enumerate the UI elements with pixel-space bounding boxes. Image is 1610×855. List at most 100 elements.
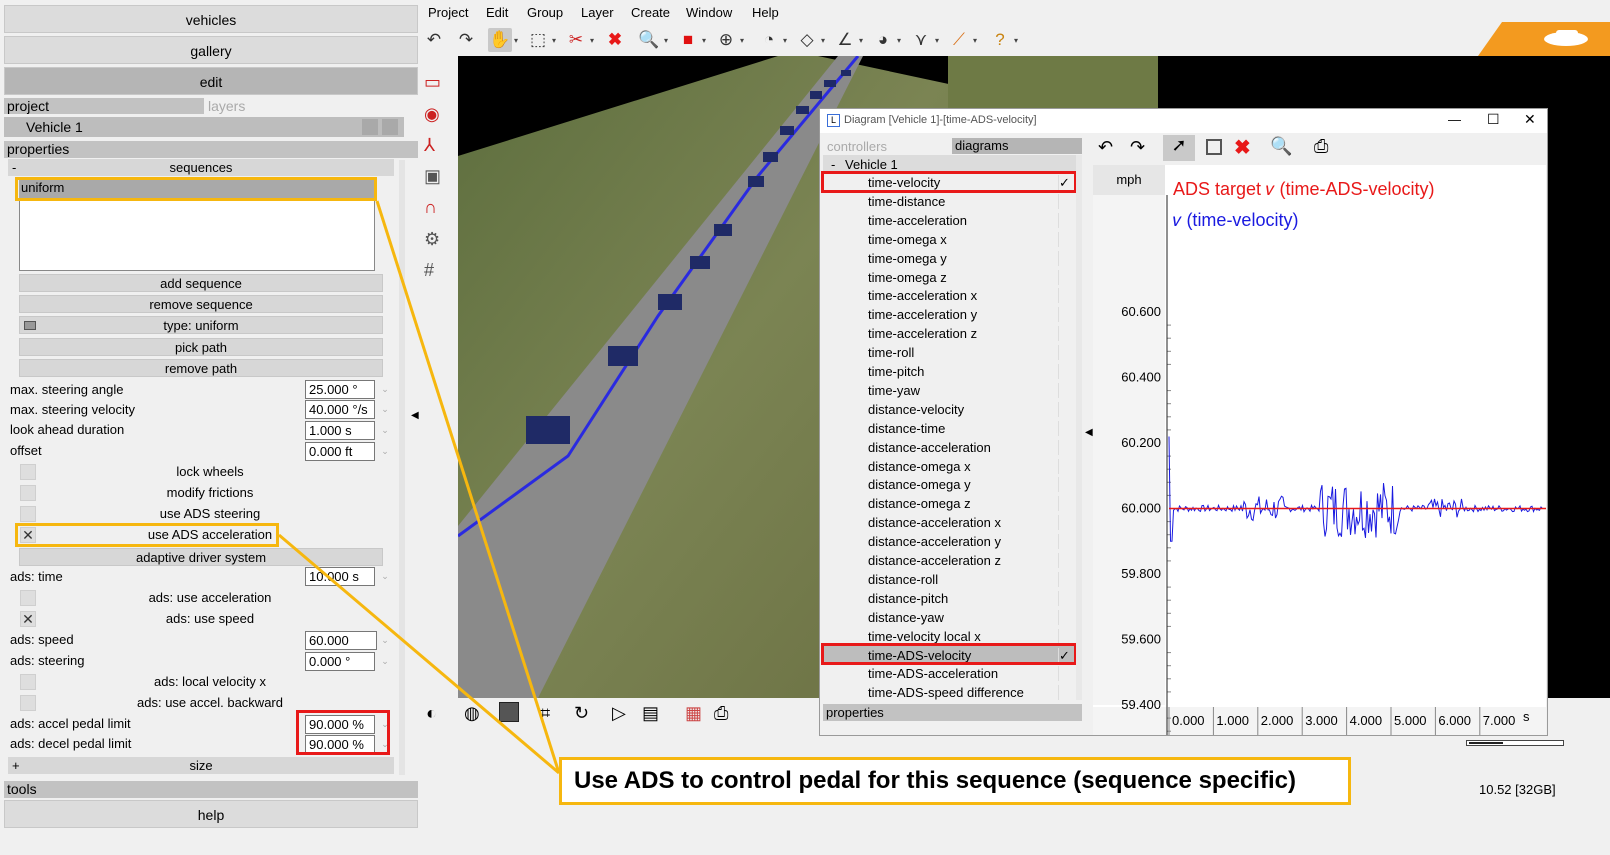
- look-ahead-duration-input[interactable]: 1.000 s: [305, 421, 375, 440]
- max-steering-angle-input[interactable]: 25.000 °: [305, 380, 375, 399]
- diagram-item[interactable]: time-omega y: [823, 249, 1075, 268]
- chart-pointer-icon[interactable]: ➚: [1163, 135, 1195, 161]
- diagram-item[interactable]: time-acceleration x: [823, 286, 1075, 305]
- diagram-item-checkbox[interactable]: [1058, 250, 1073, 266]
- target-tool-icon[interactable]: ◉: [424, 104, 440, 125]
- diagram-item[interactable]: time-yaw: [823, 381, 1075, 400]
- ads-local-velocity-x-checkbox[interactable]: [20, 674, 36, 690]
- diagram-item-checkbox[interactable]: [1058, 401, 1073, 417]
- move-crosshair-icon[interactable]: ⊕: [714, 28, 738, 52]
- properties-header[interactable]: properties: [4, 141, 418, 158]
- modify-frictions-checkbox[interactable]: [20, 485, 36, 501]
- diagram-item[interactable]: distance-acceleration y: [823, 532, 1075, 551]
- diagram-item-checkbox[interactable]: [1058, 307, 1073, 323]
- collapse-list-arrow-icon[interactable]: ◀: [1085, 427, 1093, 438]
- diagram-item[interactable]: distance-omega y: [823, 475, 1075, 494]
- vehicle-lock-toggle[interactable]: [382, 119, 398, 135]
- diagram-item-checkbox[interactable]: [1058, 477, 1073, 493]
- ads-steering-spin[interactable]: ⌄: [379, 652, 391, 671]
- diagram-item[interactable]: time-roll: [823, 343, 1075, 362]
- diagram-item[interactable]: distance-time: [823, 419, 1075, 438]
- lock-wheels-checkbox[interactable]: [20, 464, 36, 480]
- chart-select-rect-icon[interactable]: [1206, 139, 1222, 155]
- diagram-item-checkbox[interactable]: [1058, 515, 1073, 531]
- close-icon[interactable]: ✕: [1524, 111, 1536, 128]
- diagram-item[interactable]: time-omega x: [823, 230, 1075, 249]
- shading-icon[interactable]: ◐: [426, 703, 437, 724]
- record-list-icon[interactable]: ▤: [642, 703, 659, 724]
- diagram-item-checkbox[interactable]: [1058, 666, 1073, 682]
- play-icon[interactable]: ▷: [612, 703, 626, 724]
- undo-icon[interactable]: ↶: [422, 28, 446, 52]
- diagram-item-checkbox[interactable]: [1058, 685, 1073, 701]
- select-arrow-icon[interactable]: ⬚: [526, 28, 550, 52]
- color-swatch-icon[interactable]: [499, 702, 519, 722]
- chart-view-icon[interactable]: ⌗: [540, 703, 550, 724]
- ads-time-spin[interactable]: ⌄: [379, 567, 391, 586]
- tools-header[interactable]: tools: [4, 781, 418, 798]
- max-steering-angle-spin[interactable]: ⌄: [379, 380, 391, 399]
- sequences-header[interactable]: - sequences: [8, 159, 394, 176]
- ruler-icon[interactable]: ◇: [795, 28, 819, 52]
- size-expand-toggle[interactable]: +: [12, 757, 20, 774]
- chart-delete-icon[interactable]: ✖: [1234, 135, 1251, 160]
- adaptive-driver-system-header[interactable]: adaptive driver system: [19, 548, 383, 566]
- max-steering-velocity-spin[interactable]: ⌄: [379, 400, 391, 419]
- diagram-item-checkbox[interactable]: [1058, 269, 1073, 285]
- redo-icon[interactable]: ↷: [454, 28, 478, 52]
- help-button[interactable]: help: [4, 800, 418, 828]
- cube-icon[interactable]: ■: [676, 28, 700, 52]
- diagram-item-checkbox[interactable]: [1058, 534, 1073, 550]
- diagram-item[interactable]: distance-yaw: [823, 608, 1075, 627]
- grid-tool-icon[interactable]: #: [424, 260, 434, 281]
- offset-input[interactable]: 0.000 ft: [305, 442, 375, 461]
- minimize-icon[interactable]: —: [1448, 112, 1461, 127]
- vehicle-visibility-toggle[interactable]: [362, 119, 378, 135]
- size-header[interactable]: + size: [8, 757, 394, 774]
- diagram-item[interactable]: distance-omega x: [823, 457, 1075, 476]
- diagram-item[interactable]: distance-velocity: [823, 400, 1075, 419]
- diagram-item-checkbox[interactable]: [1058, 609, 1073, 625]
- ads-speed-input[interactable]: 60.000 mph: [305, 631, 377, 665]
- diagram-item[interactable]: time-ADS-speed difference: [823, 683, 1075, 702]
- gauge-icon[interactable]: ◔: [757, 28, 781, 52]
- diagram-item[interactable]: distance-acceleration x: [823, 513, 1075, 532]
- remove-sequence-button[interactable]: remove sequence: [19, 295, 383, 313]
- maximize-icon[interactable]: ☐: [1487, 111, 1500, 128]
- tape-icon[interactable]: ⟋: [947, 28, 971, 52]
- remove-path-button[interactable]: remove path: [19, 359, 383, 377]
- edit-button[interactable]: edit: [4, 67, 418, 95]
- diagram-titlebar[interactable]: L Diagram [Vehicle 1]-[time-ADS-velocity…: [820, 109, 1547, 133]
- vehicles-button[interactable]: vehicles: [4, 5, 418, 33]
- help-icon[interactable]: ?: [988, 28, 1012, 52]
- look-ahead-duration-spin[interactable]: ⌄: [379, 421, 391, 440]
- timeline-scrollbar[interactable]: [1466, 740, 1564, 746]
- chart-zoom-icon[interactable]: 🔍: [1270, 136, 1292, 157]
- diagram-item[interactable]: time-acceleration z: [823, 324, 1075, 343]
- diagram-item-checkbox[interactable]: [1058, 193, 1073, 209]
- rotate-view-icon[interactable]: ↻: [574, 703, 589, 724]
- report-icon[interactable]: ▦: [685, 703, 702, 724]
- diagram-item[interactable]: distance-roll: [823, 570, 1075, 589]
- diagram-item-checkbox[interactable]: [1058, 590, 1073, 606]
- diagram-item-checkbox[interactable]: [1058, 458, 1073, 474]
- tab-diagrams[interactable]: diagrams: [952, 138, 1082, 154]
- diagram-item-checkbox[interactable]: [1058, 420, 1073, 436]
- diagram-item[interactable]: time-ADS-acceleration: [823, 664, 1075, 683]
- diagram-item-checkbox[interactable]: [1058, 345, 1073, 361]
- sequences-collapse-toggle[interactable]: -: [12, 159, 16, 176]
- render-mode-icon[interactable]: ◍: [464, 703, 480, 724]
- menu-help[interactable]: Help: [752, 5, 779, 20]
- diagram-properties-header[interactable]: properties: [823, 704, 1082, 721]
- chart-redo-icon[interactable]: ↷: [1130, 137, 1145, 158]
- diagram-item-checkbox[interactable]: [1058, 439, 1073, 455]
- diagram-item-checkbox[interactable]: [1058, 288, 1073, 304]
- diagram-item[interactable]: time-acceleration: [823, 211, 1075, 230]
- diagram-item-checkbox[interactable]: [1058, 628, 1073, 644]
- chart-print-icon[interactable]: ⎙: [1314, 136, 1328, 157]
- print-icon[interactable]: ⎙: [714, 703, 728, 724]
- magnet-tool-icon[interactable]: ∩: [424, 197, 437, 218]
- pan-hand-icon[interactable]: ✋: [488, 28, 512, 52]
- diagram-item[interactable]: distance-pitch: [823, 589, 1075, 608]
- ads-use-speed-checkbox[interactable]: ✕: [20, 611, 36, 627]
